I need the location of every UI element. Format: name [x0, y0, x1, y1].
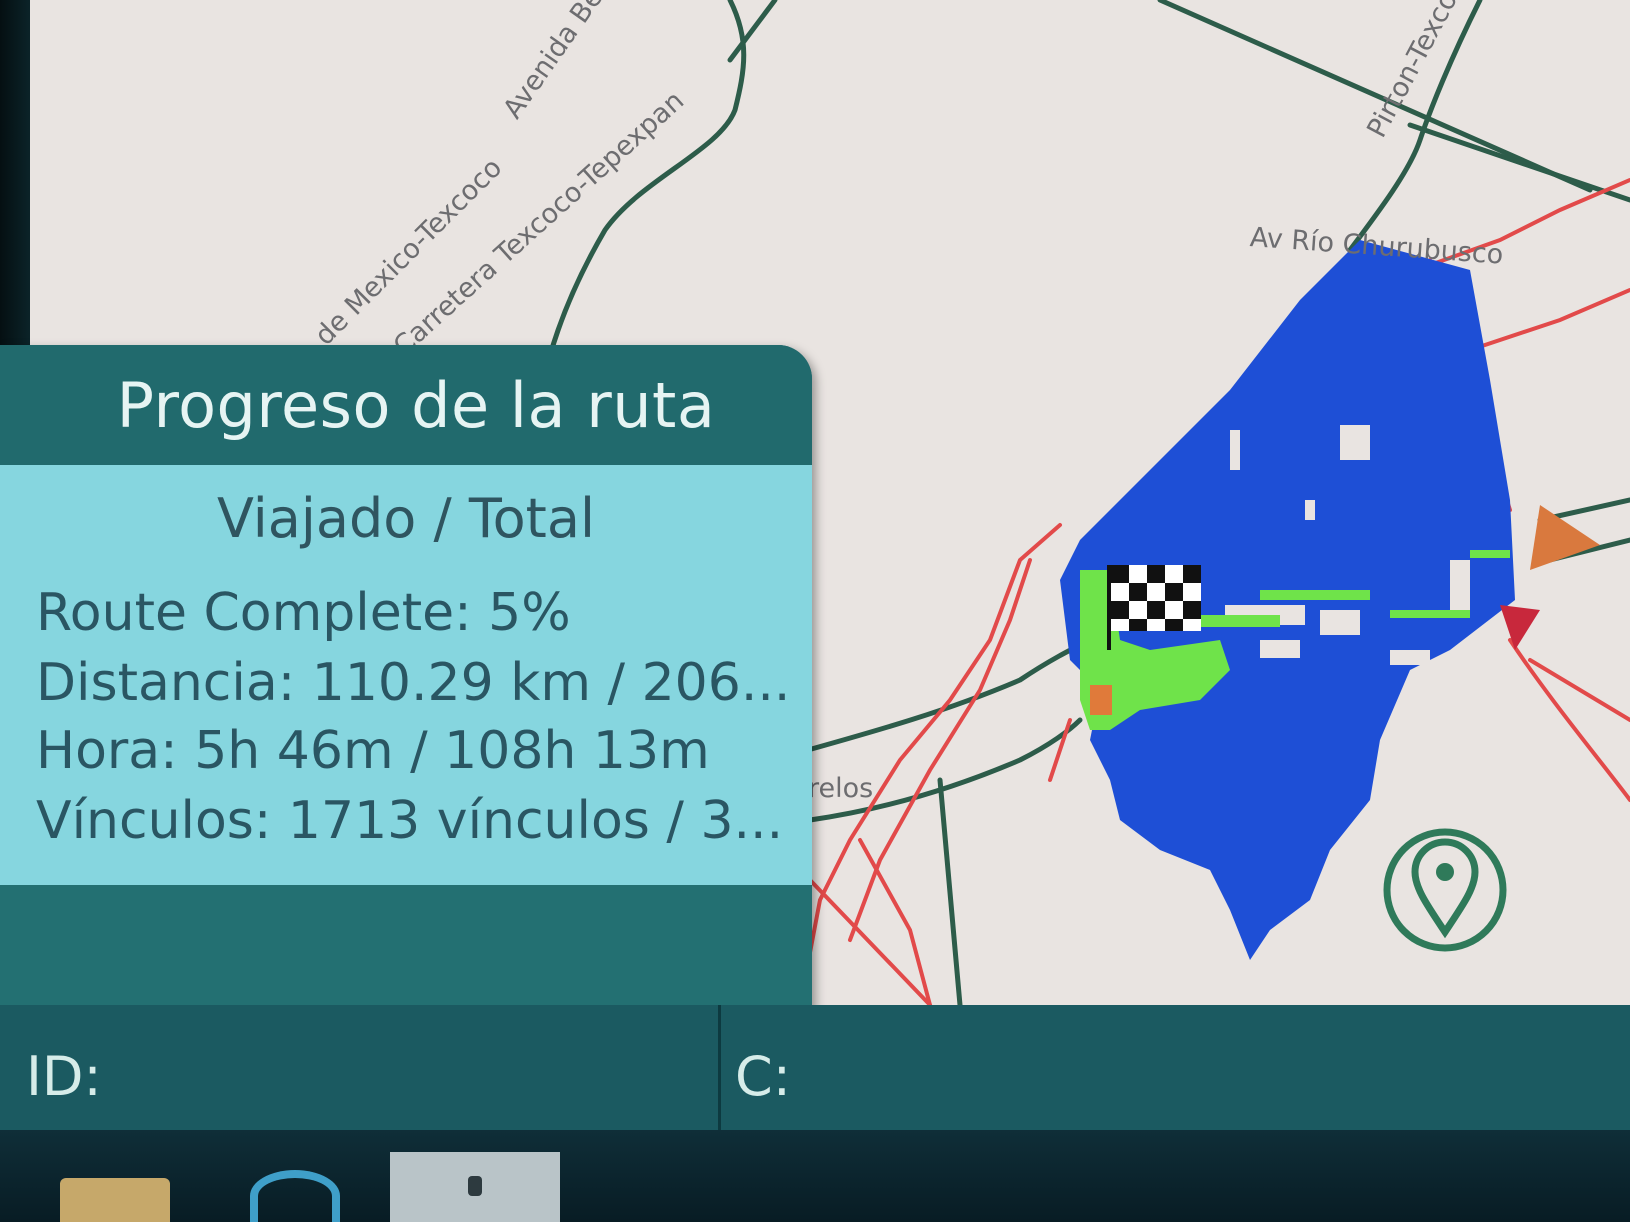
route-progress-panel[interactable]: Progreso de la ruta Viajado / Total Rout… — [0, 345, 812, 1025]
panel-footer — [0, 885, 812, 1025]
taskbar-app-button[interactable] — [390, 1152, 560, 1222]
gap — [1305, 500, 1315, 520]
gap — [1340, 425, 1370, 460]
distance-stat: Distancia: 110.29 km / 206... — [36, 653, 791, 713]
panel-subtitle: Viajado / Total — [217, 487, 595, 550]
road — [1157, 0, 1593, 193]
route-line — [1048, 718, 1072, 782]
route-line — [1468, 288, 1630, 352]
route-line — [848, 558, 1032, 942]
traveled-segment — [1390, 610, 1470, 618]
road — [1407, 122, 1630, 203]
time-stat: Hora: 5h 46m / 108h 13m — [36, 721, 710, 781]
links-stat: Vínculos: 1713 vínculos / 3... — [36, 791, 784, 851]
gap — [1390, 650, 1430, 665]
id-label: ID: — [26, 1045, 102, 1108]
app-icon — [468, 1176, 482, 1196]
red-marker — [1500, 605, 1540, 650]
gap — [1450, 560, 1470, 610]
road — [787, 637, 1093, 758]
route-complete-stat: Route Complete: 5% — [36, 583, 571, 643]
taskbar — [0, 1130, 1630, 1222]
gap — [1320, 610, 1360, 635]
orange-segment — [1090, 685, 1112, 715]
c-label: C: — [735, 1045, 791, 1108]
road — [807, 717, 1083, 823]
traveled-segment — [1470, 550, 1510, 558]
road — [937, 777, 963, 1005]
panel-header: Progreso de la ruta — [0, 345, 812, 465]
route-line — [858, 838, 932, 1005]
gap — [1230, 430, 1240, 470]
browser-icon[interactable] — [250, 1170, 340, 1222]
location-pin-icon — [1383, 828, 1507, 952]
panel-title: Progreso de la ruta — [116, 368, 716, 442]
panel-body: Viajado / Total Route Complete: 5% Dista… — [0, 465, 812, 885]
road-label-relos: relos — [808, 773, 874, 804]
status-bar — [0, 1005, 1630, 1130]
route-line — [1508, 638, 1630, 802]
status-divider — [718, 1005, 721, 1130]
gap — [1260, 640, 1300, 658]
route-line — [798, 523, 1062, 1005]
folder-icon[interactable] — [60, 1178, 170, 1222]
traveled-segment — [1260, 590, 1370, 600]
